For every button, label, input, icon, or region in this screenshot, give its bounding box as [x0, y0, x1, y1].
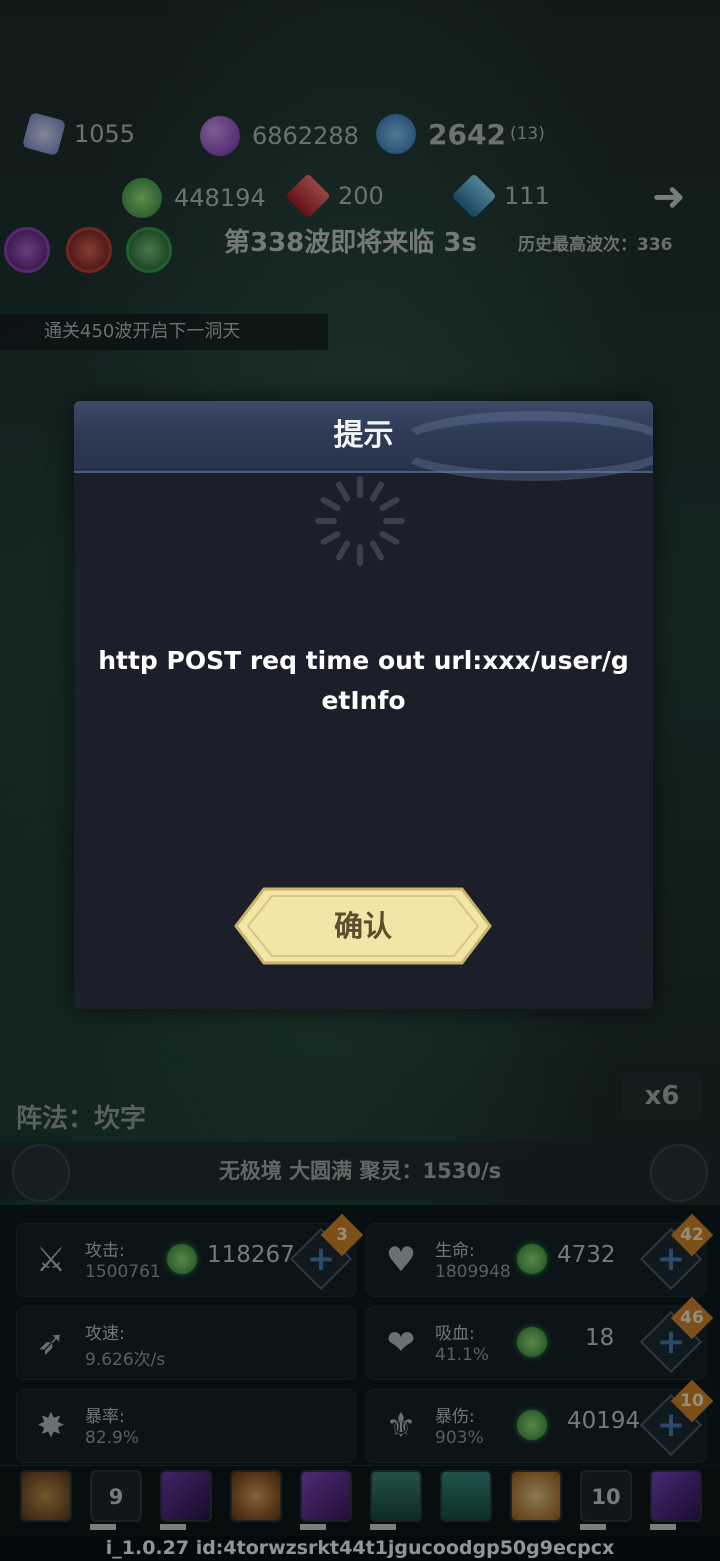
dialog-title: 提示: [333, 418, 394, 453]
error-message: http POST req time out url:xxx/user/getI…: [98, 646, 629, 715]
confirm-button[interactable]: 确认: [234, 887, 492, 965]
loading-spinner-icon: [315, 476, 405, 566]
confirm-label: 确认: [333, 909, 392, 943]
alert-dialog: 提示 http POST req time out url:xxx/user/g…: [74, 401, 653, 1009]
